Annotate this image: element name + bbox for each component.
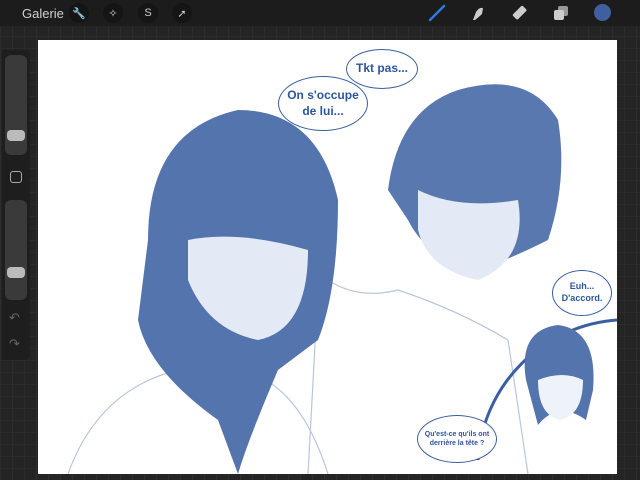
selection-icon[interactable]: S	[138, 3, 158, 23]
transform-arrow-icon[interactable]: ➚	[172, 3, 192, 23]
bubble-text: Qu'est-ce qu'ils ont	[424, 430, 490, 438]
smudge-icon[interactable]	[469, 4, 487, 22]
wrench-icon[interactable]: 🔧	[69, 3, 89, 23]
brush-size-slider[interactable]	[5, 55, 27, 155]
speech-bubble-euh: Euh... D'accord.	[552, 270, 612, 316]
brush-icon[interactable]	[428, 4, 446, 22]
redo-icon[interactable]: ↷	[9, 336, 20, 352]
bubble-text: Euh...	[569, 281, 595, 292]
color-swatch-button[interactable]	[594, 4, 611, 21]
drawing-canvas[interactable]: Tkt pas... On s'occupe de lui... Euh... D'…	[38, 40, 617, 474]
undo-icon[interactable]: ↶	[9, 310, 20, 326]
bubble-text: derrière la tête ?	[429, 440, 485, 447]
gallery-button[interactable]: Galerie	[22, 6, 64, 21]
bubble-text: D'accord.	[561, 293, 603, 303]
thought-bubble: Qu'est-ce qu'ils ont derrière la tête ?	[417, 415, 497, 463]
modify-button[interactable]	[10, 171, 22, 183]
bubble-text: de lui...	[302, 103, 344, 118]
layers-icon[interactable]	[552, 4, 570, 22]
bubble-text: On s'occupe	[287, 87, 359, 102]
bubble-text: Tkt pas...	[355, 61, 408, 76]
brush-size-knob[interactable]	[7, 130, 25, 141]
speech-bubble-occupe: On s'occupe de lui...	[278, 76, 368, 131]
sidebar: ↶ ↷	[2, 50, 30, 360]
speech-bubble-tkt: Tkt pas...	[346, 49, 418, 89]
boy-face	[418, 190, 520, 280]
top-toolbar: Galerie 🔧 ✧ S ➚	[0, 0, 640, 26]
opacity-knob[interactable]	[7, 267, 25, 278]
eraser-icon[interactable]	[511, 4, 529, 22]
opacity-slider[interactable]	[5, 200, 27, 300]
magic-wand-icon[interactable]: ✧	[103, 3, 123, 23]
